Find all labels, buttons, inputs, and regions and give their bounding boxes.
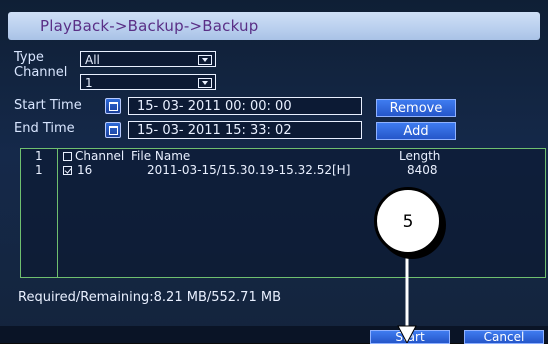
chevron-down-icon (198, 55, 212, 65)
row-length: 8408 (407, 163, 438, 177)
calendar-icon[interactable] (105, 98, 121, 114)
calendar-icon[interactable] (105, 122, 121, 138)
start-time-field[interactable]: 15- 03- 2011 00: 00: 00 (128, 97, 362, 115)
type-dropdown[interactable]: All (80, 51, 216, 67)
header-length: Length (399, 149, 441, 163)
add-button[interactable]: Add (376, 122, 456, 140)
list-header: 1 Channel File Name Length (21, 149, 545, 163)
step-callout: 5 (374, 187, 442, 255)
cancel-button[interactable]: Cancel (464, 330, 544, 344)
row-channel: 16 (77, 163, 93, 177)
arrow-down-icon (397, 248, 417, 343)
row-file-name: 2011-03-15/15.30.19-15.32.52[H] (147, 163, 351, 177)
backup-file-list[interactable]: 1 Channel File Name Length 1 16 2011-03-… (20, 148, 546, 278)
title-bar: PlayBack->Backup->Backup (8, 12, 540, 40)
row-checkbox[interactable] (63, 166, 72, 175)
end-time-field[interactable]: 15- 03- 2011 15: 33: 02 (128, 121, 362, 139)
channel-label: Channel (14, 65, 68, 80)
storage-status: Required/Remaining:8.21 MB/552.71 MB (18, 290, 281, 305)
row-index: 1 (35, 163, 43, 177)
end-time-label: End Time (14, 121, 75, 136)
type-label: Type (14, 50, 44, 65)
table-row[interactable]: 1 16 2011-03-15/15.30.19-15.32.52[H] 840… (21, 163, 545, 177)
chevron-down-icon (198, 78, 212, 88)
remove-button[interactable]: Remove (376, 99, 456, 117)
step-number: 5 (402, 212, 414, 232)
select-all-checkbox[interactable] (63, 152, 72, 161)
type-value: All (85, 53, 100, 67)
header-index: 1 (35, 149, 43, 163)
channel-value: 1 (85, 76, 93, 90)
start-time-value: 15- 03- 2011 00: 00: 00 (137, 99, 292, 114)
header-file-name: File Name (131, 149, 191, 163)
start-time-label: Start Time (14, 98, 82, 113)
channel-dropdown[interactable]: 1 (80, 74, 216, 90)
end-time-value: 15- 03- 2011 15: 33: 02 (137, 123, 292, 138)
window-title: PlayBack->Backup->Backup (40, 17, 259, 35)
dvr-backup-window: PlayBack->Backup->Backup Type All Channe… (0, 0, 548, 344)
header-channel: Channel (75, 149, 125, 163)
